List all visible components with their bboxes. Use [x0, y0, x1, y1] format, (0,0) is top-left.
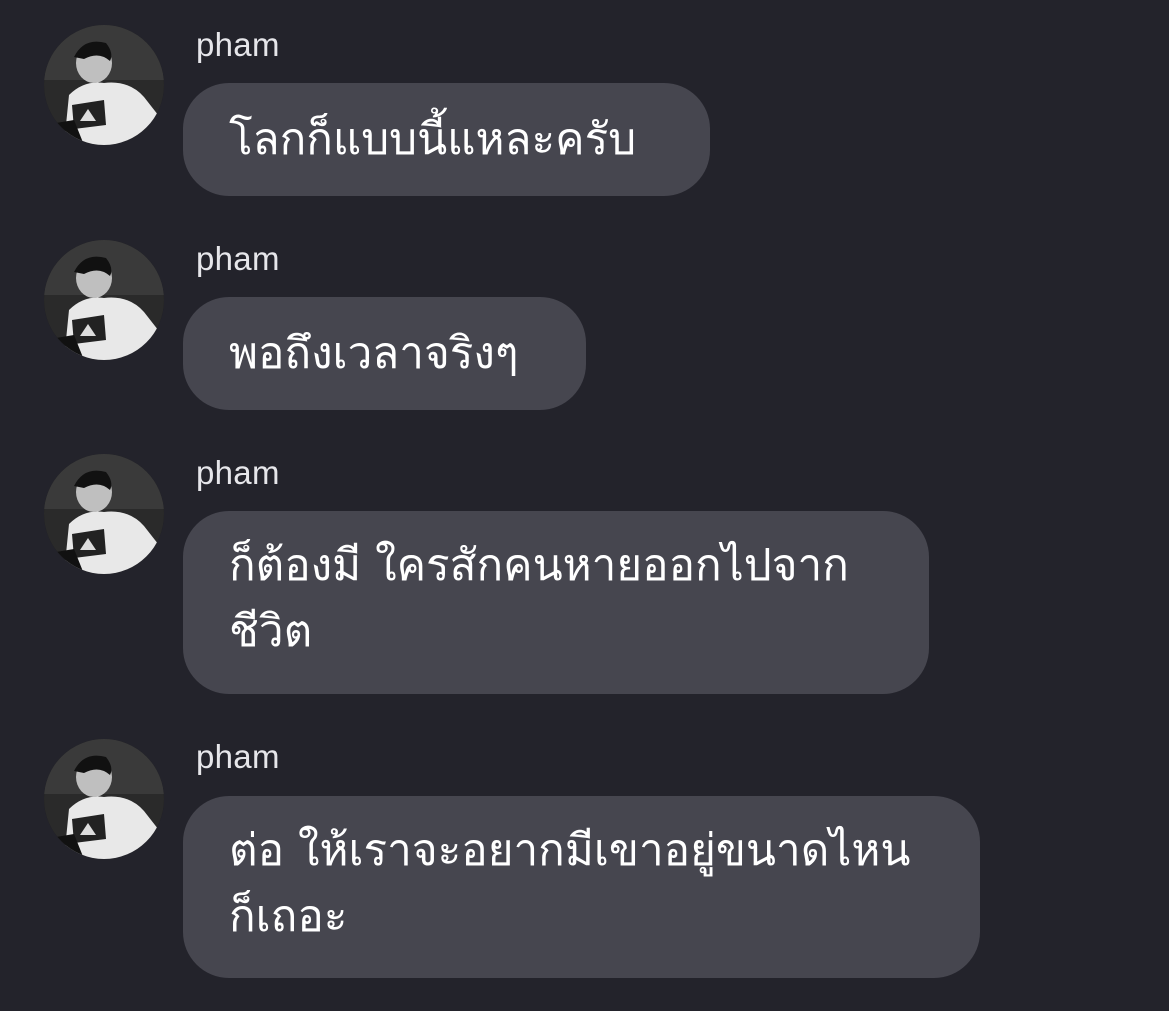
avatar[interactable] [44, 739, 164, 859]
avatar[interactable] [44, 240, 164, 360]
sender-name: pham [196, 738, 280, 775]
message-bubble[interactable]: ต่อ ให้เราจะอยากมีเขาอยู่ขนาดไหน ก็เถอะ [183, 796, 980, 978]
sender-name: pham [196, 240, 280, 277]
sender-name: pham [196, 26, 280, 63]
chat-thread: pham โลกก็แบบนี้แหละครับ pham พอถึงเวลาจ… [0, 0, 1169, 1011]
message-bubble[interactable]: พอถึงเวลาจริงๆ [183, 297, 586, 410]
avatar[interactable] [44, 454, 164, 574]
user-photo-avatar-icon [44, 454, 164, 574]
message-bubble[interactable]: ก็ต้องมี ใครสักคนหายออกไปจาก ชีวิต [183, 511, 929, 694]
user-photo-avatar-icon [44, 240, 164, 360]
message-bubble[interactable]: โลกก็แบบนี้แหละครับ [183, 83, 710, 196]
sender-name: pham [196, 454, 280, 491]
user-photo-avatar-icon [44, 25, 164, 145]
avatar[interactable] [44, 25, 164, 145]
user-photo-avatar-icon [44, 739, 164, 859]
